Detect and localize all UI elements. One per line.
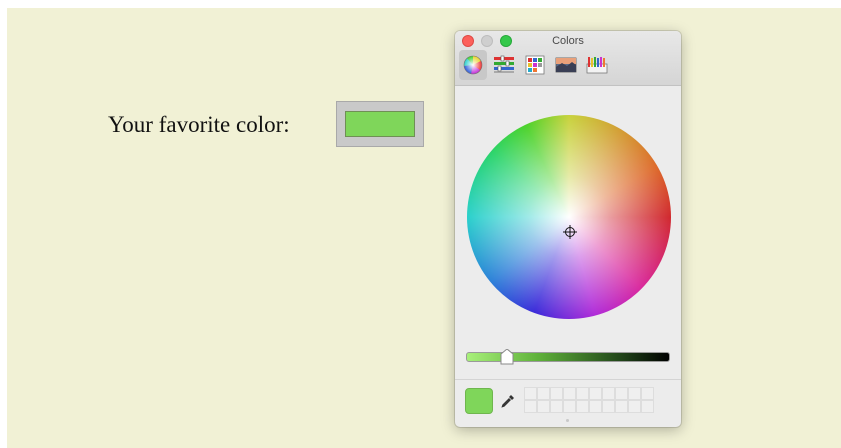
crayons-icon (586, 57, 608, 74)
tab-image-palettes[interactable] (552, 50, 580, 80)
saved-swatch-slot[interactable] (550, 387, 563, 400)
divider (455, 379, 681, 380)
saved-swatch-slot[interactable] (641, 387, 654, 400)
saved-swatch-slot[interactable] (628, 400, 641, 413)
saved-swatches-grid (524, 387, 654, 413)
saved-swatch-slot[interactable] (537, 387, 550, 400)
tab-crayons[interactable] (583, 50, 611, 80)
current-color-swatch[interactable] (465, 388, 493, 414)
saved-swatch-slot[interactable] (576, 387, 589, 400)
resize-handle[interactable] (566, 419, 569, 422)
saved-swatch-slot[interactable] (563, 400, 576, 413)
colors-panel-titlebar[interactable]: Colors (455, 31, 681, 86)
saved-swatch-slot[interactable] (602, 400, 615, 413)
saved-swatch-slot[interactable] (628, 387, 641, 400)
saved-swatch-slot[interactable] (524, 387, 537, 400)
color-wheel[interactable] (467, 115, 671, 319)
tab-color-sliders[interactable] (490, 50, 518, 80)
saved-swatch-slot[interactable] (641, 400, 654, 413)
color-input[interactable] (336, 101, 424, 147)
color-input-swatch (345, 111, 415, 137)
colors-panel: Colors (455, 31, 681, 427)
saved-swatch-slot[interactable] (576, 400, 589, 413)
colors-panel-title: Colors (552, 35, 584, 47)
brightness-slider-thumb[interactable] (500, 349, 514, 365)
tab-color-wheel[interactable] (459, 50, 487, 80)
brightness-slider[interactable] (466, 352, 670, 362)
saved-swatch-slot[interactable] (615, 387, 628, 400)
crosshair-icon (563, 225, 577, 239)
page-background (7, 8, 841, 448)
saved-swatch-slot[interactable] (537, 400, 550, 413)
saved-swatch-slot[interactable] (563, 387, 576, 400)
image-palettes-icon (555, 57, 577, 73)
color-sliders-icon (494, 55, 514, 73)
tab-color-palettes[interactable] (521, 50, 549, 80)
favorite-color-label: Your favorite color: (108, 112, 290, 137)
color-wheel-icon (463, 55, 483, 75)
color-wheel-area (455, 86, 681, 379)
saved-swatch-slot[interactable] (589, 387, 602, 400)
color-palettes-icon (525, 55, 545, 75)
saved-swatch-slot[interactable] (550, 400, 563, 413)
eyedropper-icon[interactable] (501, 394, 515, 408)
saved-swatch-slot[interactable] (589, 400, 602, 413)
saved-swatch-slot[interactable] (524, 400, 537, 413)
saved-swatch-slot[interactable] (602, 387, 615, 400)
saved-swatch-slot[interactable] (615, 400, 628, 413)
